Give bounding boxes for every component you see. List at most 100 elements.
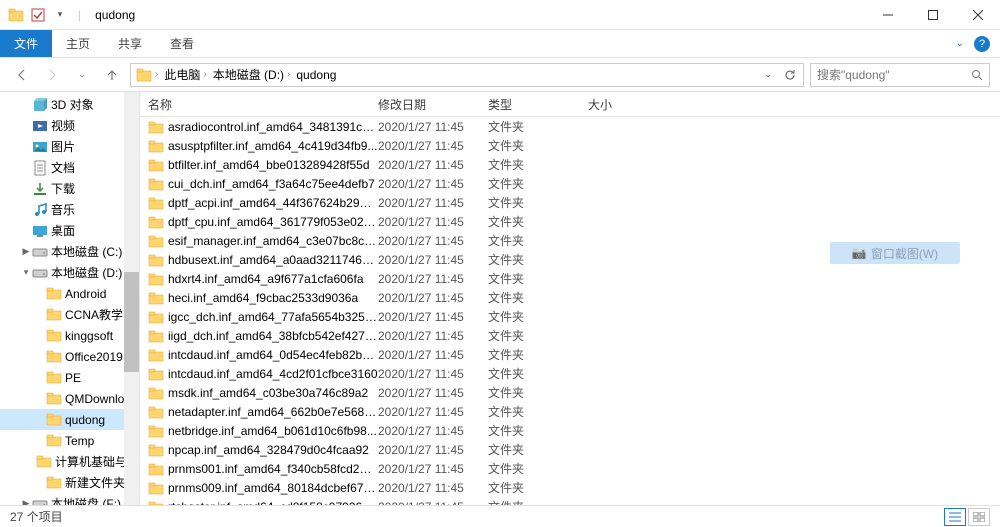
chevron-right-icon[interactable]: › (287, 69, 290, 80)
nav-item[interactable]: 计算机基础与应 (0, 451, 139, 472)
window-title: qudong (91, 8, 135, 22)
nav-item[interactable]: ▾ 本地磁盘 (D:) (0, 262, 139, 283)
file-row[interactable]: igcc_dch.inf_amd64_77afa5654b3256752020/… (140, 307, 1000, 326)
file-row[interactable]: dptf_acpi.inf_amd64_44f367624b292f...202… (140, 193, 1000, 212)
path-history-icon[interactable]: ⌄ (757, 64, 779, 86)
file-row[interactable]: btfilter.inf_amd64_bbe013289428f55d2020/… (140, 155, 1000, 174)
nav-item[interactable]: 图片 (0, 136, 139, 157)
file-row[interactable]: netbridge.inf_amd64_b061d10c6fb98...2020… (140, 421, 1000, 440)
file-type: 文件夹 (488, 384, 588, 401)
file-row[interactable]: npcap.inf_amd64_328479d0c4fcaa922020/1/2… (140, 440, 1000, 459)
nav-item-label: PE (65, 371, 81, 385)
file-list-view[interactable]: 名称 修改日期 类型 大小 asradiocontrol.inf_amd64_3… (140, 92, 1000, 505)
expander-icon[interactable]: ▶ (20, 498, 32, 505)
file-date: 2020/1/27 11:45 (378, 196, 488, 210)
nav-back-button[interactable] (10, 63, 34, 87)
nav-item[interactable]: QMDownloa (0, 388, 139, 409)
maximize-button[interactable] (910, 0, 955, 30)
file-row[interactable]: prnms001.inf_amd64_f340cb58fcd232...2020… (140, 459, 1000, 478)
file-row[interactable]: iigd_dch.inf_amd64_38bfcb542ef4272e2020/… (140, 326, 1000, 345)
folder-icon (148, 196, 164, 210)
file-row[interactable]: intcdaud.inf_amd64_4cd2f01cfbce31602020/… (140, 364, 1000, 383)
nav-scroll-thumb[interactable] (124, 272, 139, 372)
nav-item-label: 本地磁盘 (D:) (51, 264, 122, 281)
nav-item[interactable]: 文档 (0, 157, 139, 178)
path-root-icon[interactable]: › (133, 67, 161, 83)
nav-item[interactable]: 桌面 (0, 220, 139, 241)
view-icons-button[interactable] (968, 508, 990, 526)
close-button[interactable] (955, 0, 1000, 30)
file-type: 文件夹 (488, 365, 588, 382)
nav-item[interactable]: Office2019 (0, 346, 139, 367)
breadcrumb-folder[interactable]: qudong (293, 68, 339, 82)
file-name: prnms001.inf_amd64_f340cb58fcd232... (168, 462, 378, 476)
expander-icon[interactable]: ▾ (20, 267, 32, 278)
column-name[interactable]: 名称 (148, 96, 378, 113)
nav-tree[interactable]: 3D 对象视频图片文档下载音乐桌面▶本地磁盘 (C:) ▾ 本地磁盘 (D:) And… (0, 92, 140, 505)
nav-item[interactable]: 3D 对象 (0, 94, 139, 115)
minimize-button[interactable] (865, 0, 910, 30)
folder-icon (148, 348, 164, 362)
tab-share[interactable]: 共享 (104, 30, 156, 57)
chevron-right-icon[interactable]: › (155, 69, 158, 80)
nav-item[interactable]: 下载 (0, 178, 139, 199)
nav-item-label: CCNA教学 (65, 306, 123, 323)
breadcrumb-drive[interactable]: 本地磁盘 (D:)› (210, 66, 294, 83)
nav-item[interactable]: kinggsoft (0, 325, 139, 346)
nav-item[interactable]: qudong (0, 409, 139, 430)
file-row[interactable]: asradiocontrol.inf_amd64_3481391c8...202… (140, 117, 1000, 136)
path-box[interactable]: › 此电脑› 本地磁盘 (D:)› qudong ⌄ (130, 63, 804, 87)
properties-icon[interactable] (30, 7, 46, 23)
nav-up-button[interactable] (100, 63, 124, 87)
breadcrumb-root[interactable]: 此电脑› (161, 66, 209, 83)
ribbon-expand-icon[interactable]: ⌄ (956, 38, 964, 49)
expander-icon[interactable]: ▶ (20, 246, 32, 257)
file-name: cui_dch.inf_amd64_f3a64c75ee4defb7 (168, 177, 378, 191)
refresh-icon[interactable] (779, 64, 801, 86)
nav-item[interactable]: 新建文件夹 (0, 472, 139, 493)
nav-recent-icon[interactable]: ⌄ (70, 63, 94, 87)
file-row[interactable]: heci.inf_amd64_f9cbac2533d9036a2020/1/27… (140, 288, 1000, 307)
file-name: esif_manager.inf_amd64_c3e07bc8cd... (168, 234, 378, 248)
column-size[interactable]: 大小 (588, 96, 668, 113)
column-type[interactable]: 类型 (488, 96, 588, 113)
qat-dropdown-icon[interactable]: ▾ (52, 7, 68, 23)
file-row[interactable]: netadapter.inf_amd64_662b0e7e568b...2020… (140, 402, 1000, 421)
file-row[interactable]: hdxrt4.inf_amd64_a9f677a1cfa606fa2020/1/… (140, 269, 1000, 288)
file-type: 文件夹 (488, 194, 588, 211)
nav-item[interactable]: Android (0, 283, 139, 304)
address-bar: ⌄ › 此电脑› 本地磁盘 (D:)› qudong ⌄ 搜索"qudong" (0, 58, 1000, 92)
tab-view[interactable]: 查看 (156, 30, 208, 57)
nav-item[interactable]: Temp (0, 430, 139, 451)
chevron-right-icon[interactable]: › (203, 69, 206, 80)
nav-item[interactable]: CCNA教学 (0, 304, 139, 325)
file-date: 2020/1/27 11:45 (378, 234, 488, 248)
file-row[interactable]: cui_dch.inf_amd64_f3a64c75ee4defb72020/1… (140, 174, 1000, 193)
file-row[interactable]: msdk.inf_amd64_c03be30a746c89a22020/1/27… (140, 383, 1000, 402)
folder-icon (148, 272, 164, 286)
drive-icon (32, 244, 48, 260)
nav-item[interactable]: ▶本地磁盘 (F:) (0, 493, 139, 505)
tab-file[interactable]: 文件 (0, 30, 52, 57)
search-icon[interactable] (971, 69, 983, 81)
search-input[interactable]: 搜索"qudong" (810, 63, 990, 87)
file-row[interactable]: dptf_cpu.inf_amd64_361779f053e025ac2020/… (140, 212, 1000, 231)
help-icon[interactable]: ? (974, 36, 990, 52)
file-date: 2020/1/27 11:45 (378, 386, 488, 400)
nav-item[interactable]: 音乐 (0, 199, 139, 220)
nav-forward-button[interactable] (40, 63, 64, 87)
file-date: 2020/1/27 11:45 (378, 177, 488, 191)
file-row[interactable]: rtsbastor.inf_amd64_cd8f158c979261...202… (140, 497, 1000, 505)
file-row[interactable]: prnms009.inf_amd64_80184dcbef677...2020/… (140, 478, 1000, 497)
nav-item[interactable]: PE (0, 367, 139, 388)
notification-toast[interactable]: 📷 窗口截图(W) (830, 242, 960, 264)
tab-home[interactable]: 主页 (52, 30, 104, 57)
file-row[interactable]: intcdaud.inf_amd64_0d54ec4feb82b9...2020… (140, 345, 1000, 364)
file-row[interactable]: asusptpfilter.inf_amd64_4c419d34fb9...20… (140, 136, 1000, 155)
view-details-button[interactable] (944, 508, 966, 526)
search-placeholder: 搜索"qudong" (817, 66, 890, 83)
nav-item[interactable]: ▶本地磁盘 (C:) (0, 241, 139, 262)
nav-item-label: Android (65, 287, 106, 301)
nav-item[interactable]: 视频 (0, 115, 139, 136)
column-date[interactable]: 修改日期 (378, 96, 488, 113)
